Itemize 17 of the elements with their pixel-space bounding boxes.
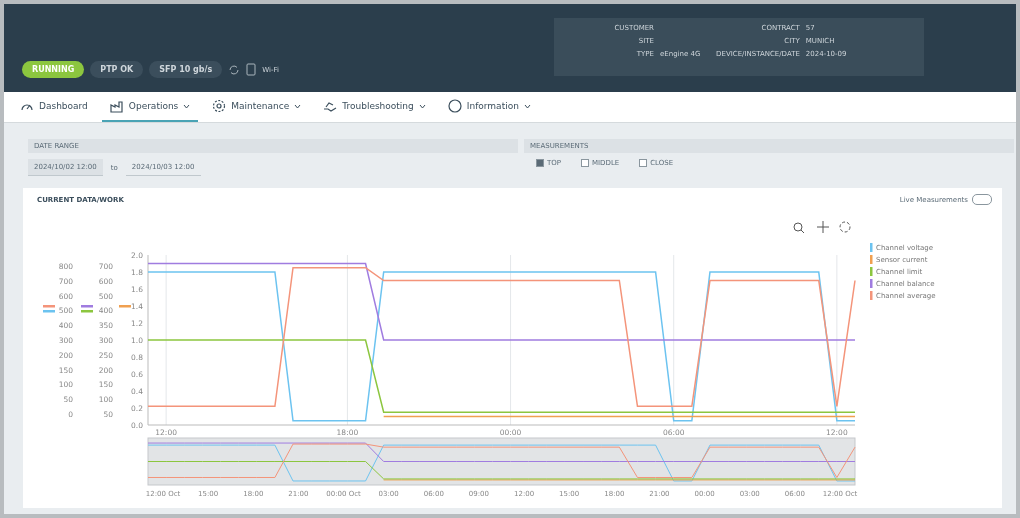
status-pill: SFP 10 gb/s: [149, 61, 223, 78]
sim-card-icon: [246, 63, 257, 76]
pan-icon[interactable]: [816, 220, 830, 234]
nav-tab[interactable]: Troubleshooting: [315, 92, 434, 122]
zoom-icon[interactable]: [793, 222, 805, 234]
status-pill: RUNNING: [22, 61, 85, 78]
nav-tab[interactable]: Information: [439, 92, 539, 122]
status-pill: PTP OK: [90, 61, 144, 78]
reset-icon[interactable]: [839, 221, 851, 233]
live-toggle[interactable]: [972, 194, 992, 205]
nav-tab[interactable]: Maintenance: [204, 92, 310, 122]
info-icon: [447, 99, 462, 113]
gear-icon: [212, 99, 227, 113]
refresh-icon[interactable]: [228, 63, 241, 76]
nav-tab[interactable]: Operations: [101, 92, 199, 122]
nav-tab[interactable]: Dashboard: [12, 92, 96, 122]
factory-icon: [109, 99, 124, 113]
